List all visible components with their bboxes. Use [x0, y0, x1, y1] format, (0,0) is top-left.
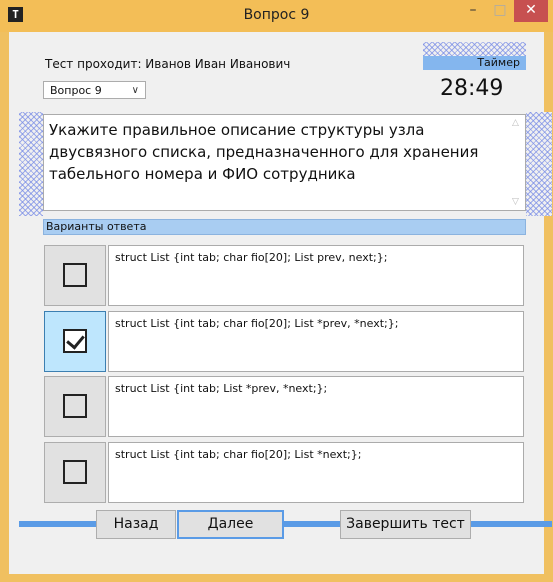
nav-bar-left — [19, 521, 96, 527]
checkbox-empty-icon — [63, 263, 87, 287]
title-bar[interactable]: T Вопрос 9 – □ ✕ — [0, 0, 553, 32]
option-1-toggle[interactable] — [44, 245, 106, 306]
right-hatch-decoration — [526, 112, 552, 216]
option-1-text: struct List {int tab; char fio[20]; List… — [108, 245, 524, 306]
checkbox-empty-icon — [63, 460, 87, 484]
question-select-value: Вопрос 9 — [50, 84, 102, 97]
back-button[interactable]: Назад — [96, 510, 176, 539]
option-3-toggle[interactable] — [44, 376, 106, 437]
option-2-toggle[interactable] — [44, 311, 106, 372]
checkbox-checked-icon — [63, 329, 87, 353]
minimize-icon[interactable]: – — [460, 0, 486, 22]
nav-bar-right — [471, 521, 552, 527]
question-scrollbar[interactable]: △ ▽ — [508, 116, 524, 209]
timer-hatch-decoration — [423, 42, 526, 56]
finish-test-button[interactable]: Завершить тест — [340, 510, 471, 539]
option-2-text: struct List {int tab; char fio[20]; List… — [108, 311, 524, 372]
question-textbox[interactable]: Укажите правильное описание структуры уз… — [43, 114, 526, 211]
question-text: Укажите правильное описание структуры уз… — [49, 121, 479, 183]
timer-value: 28:49 — [440, 76, 504, 101]
nav-bar-middle — [284, 521, 340, 527]
close-icon[interactable]: ✕ — [514, 0, 548, 22]
question-select[interactable]: Вопрос 9 ∨ — [43, 81, 146, 99]
timer-label: Таймер — [423, 56, 526, 70]
checkbox-empty-icon — [63, 394, 87, 418]
scroll-up-icon[interactable]: △ — [512, 118, 519, 128]
left-hatch-decoration — [19, 112, 43, 216]
chevron-down-icon: ∨ — [131, 85, 139, 96]
maximize-icon[interactable]: □ — [487, 0, 513, 22]
student-label: Тест проходит: Иванов Иван Иванович — [45, 57, 291, 71]
option-4-toggle[interactable] — [44, 442, 106, 503]
scroll-down-icon[interactable]: ▽ — [512, 197, 519, 207]
next-button[interactable]: Далее — [177, 510, 284, 539]
option-3-text: struct List {int tab; List *prev, *next;… — [108, 376, 524, 437]
option-4-text: struct List {int tab; char fio[20]; List… — [108, 442, 524, 503]
answers-header: Варианты ответа — [43, 219, 526, 235]
